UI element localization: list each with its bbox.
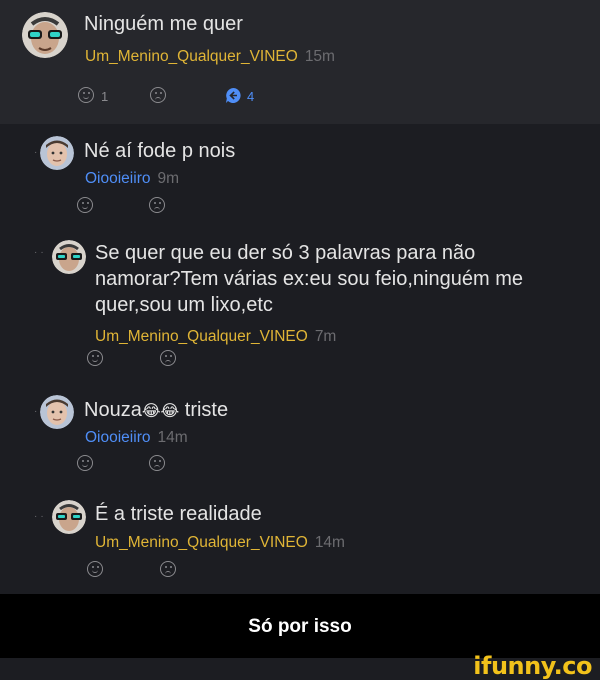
ifunny-watermark: ifunny.co bbox=[473, 652, 592, 680]
post-meta: Um_Menino_Qualquer_VINEO 15m bbox=[85, 48, 335, 66]
reply-4-author[interactable]: Um_Menino_Qualquer_VINEO bbox=[95, 534, 308, 551]
reply-1-text: Né aí fode p nois bbox=[84, 140, 236, 162]
reply-3-meta: Oiooieiiro 14m bbox=[85, 429, 188, 447]
reply-1-meta: Oiooieiiro 9m bbox=[85, 170, 179, 188]
avatar-oiooieiiro[interactable] bbox=[40, 395, 74, 429]
smile-icon[interactable] bbox=[87, 350, 103, 366]
avatar-um-menino[interactable] bbox=[52, 240, 86, 274]
avatar-um-menino[interactable] bbox=[52, 500, 86, 534]
laughing-emoji-icon: 😂😂 bbox=[141, 403, 180, 420]
thread-indent: ·· bbox=[34, 247, 47, 258]
post-author[interactable]: Um_Menino_Qualquer_VINEO bbox=[85, 48, 298, 65]
reply-3-text-before: Nouza bbox=[84, 399, 142, 421]
post-text: Ninguém me quer bbox=[84, 13, 243, 35]
smile-icon[interactable] bbox=[78, 87, 94, 103]
smile-icon[interactable] bbox=[87, 561, 103, 577]
reply-3-time: 14m bbox=[157, 429, 188, 446]
avatar-oiooieiiro[interactable] bbox=[40, 136, 74, 170]
sad-icon[interactable] bbox=[160, 561, 176, 577]
caption-bar: Só por isso bbox=[0, 594, 600, 658]
reply-2-meta: Um_Menino_Qualquer_VINEO 7m bbox=[95, 328, 336, 346]
reply-count: 4 bbox=[247, 89, 255, 104]
post-time: 15m bbox=[304, 48, 335, 65]
avatar-um-menino[interactable] bbox=[22, 12, 68, 58]
reply-3-text-after: triste bbox=[179, 399, 229, 421]
reply-2-text-line-2: namorar?Tem várias ex:eu sou feio,ningué… bbox=[95, 268, 523, 290]
reply-4-time: 14m bbox=[314, 534, 345, 551]
reply-2-text-line-3: quer,sou um lixo,etc bbox=[95, 294, 273, 316]
smile-icon[interactable] bbox=[77, 455, 93, 471]
thread-indent: ·· bbox=[34, 511, 47, 522]
reply-2-text-line-1: Se quer que eu der só 3 palavras para nã… bbox=[95, 242, 476, 264]
sad-icon[interactable] bbox=[150, 87, 166, 103]
reply-3-text: Nouza😂😂 triste bbox=[84, 399, 228, 422]
reply-2-time: 7m bbox=[314, 328, 337, 345]
reply-bubble-icon[interactable] bbox=[225, 87, 242, 104]
reply-2-author[interactable]: Um_Menino_Qualquer_VINEO bbox=[95, 328, 308, 345]
sad-icon[interactable] bbox=[160, 350, 176, 366]
reply-4-text: É a triste realidade bbox=[95, 503, 262, 525]
reply-1-author[interactable]: Oiooieiiro bbox=[85, 170, 150, 187]
smile-count: 1 bbox=[101, 89, 109, 104]
reply-3-author[interactable]: Oiooieiiro bbox=[85, 429, 150, 446]
reply-4-meta: Um_Menino_Qualquer_VINEO 14m bbox=[95, 534, 345, 552]
sad-icon[interactable] bbox=[149, 455, 165, 471]
caption-text: Só por isso bbox=[248, 616, 352, 637]
reply-1-time: 9m bbox=[157, 170, 180, 187]
smile-icon[interactable] bbox=[77, 197, 93, 213]
sad-icon[interactable] bbox=[149, 197, 165, 213]
